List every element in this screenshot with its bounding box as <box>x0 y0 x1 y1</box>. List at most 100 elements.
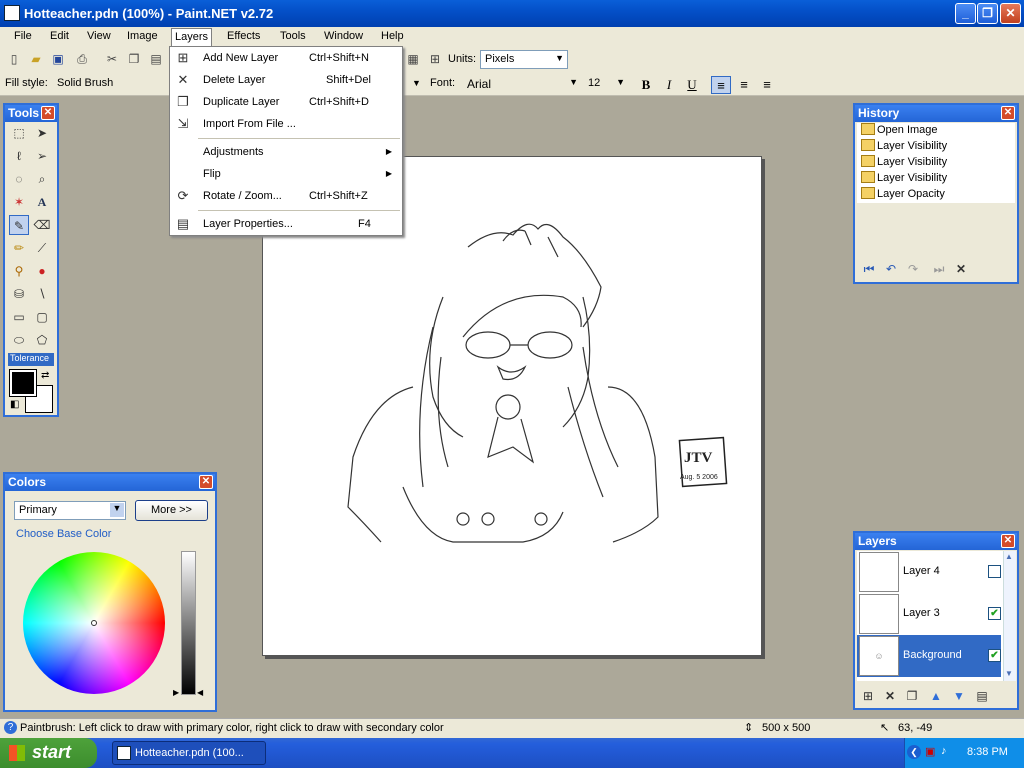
paintbrush-icon[interactable]: ✎ <box>9 215 29 235</box>
start-button[interactable]: start <box>0 738 97 768</box>
menu-effects[interactable]: Effects <box>227 30 260 42</box>
menu-duplicate-layer[interactable]: ❐ Duplicate Layer Ctrl+Shift+D <box>170 91 402 113</box>
clone-stamp-icon[interactable]: ⚲ <box>9 261 29 281</box>
menu-rotate-zoom[interactable]: ⟳ Rotate / Zoom... Ctrl+Shift+Z <box>170 185 402 207</box>
magic-wand-icon[interactable]: ✶ <box>9 192 29 212</box>
scroll-down-icon[interactable]: ▼ <box>1005 669 1013 678</box>
swap-colors-icon[interactable]: ⇄ <box>41 370 49 381</box>
menu-layers[interactable]: Layers <box>171 28 213 47</box>
eraser-icon[interactable]: ⌫ <box>32 215 52 235</box>
menu-edit[interactable]: Edit <box>50 30 69 42</box>
menu-tools[interactable]: Tools <box>280 30 306 42</box>
maximize-button[interactable]: ❐ <box>977 3 998 24</box>
layer-row[interactable]: Layer 3 ✔ <box>857 593 1001 635</box>
recolor-icon[interactable]: ● <box>32 261 52 281</box>
menu-file[interactable]: File <box>14 30 32 42</box>
close-icon[interactable]: ✕ <box>41 106 55 120</box>
font-select[interactable]: Arial ▼ <box>462 74 582 93</box>
zoom-icon[interactable]: ⌕ <box>32 169 52 189</box>
redo-icon[interactable]: ↷ <box>903 259 923 279</box>
reset-colors-icon[interactable]: ◧ <box>10 399 19 410</box>
history-item[interactable]: Layer Opacity <box>861 187 945 203</box>
history-item[interactable]: Layer Visibility <box>861 139 947 155</box>
save-icon[interactable]: ▣ <box>50 51 66 67</box>
move-selection-icon[interactable]: ➤ <box>32 123 52 143</box>
close-icon[interactable]: ✕ <box>199 475 213 489</box>
freeform-shape-icon[interactable]: ⬠ <box>32 330 52 350</box>
italic-button[interactable]: I <box>659 76 679 94</box>
rectangle-select-icon[interactable]: ⬚ <box>9 123 29 143</box>
rectangle-icon[interactable]: ▭ <box>9 307 29 327</box>
grid-icon[interactable]: ▦ <box>405 51 421 67</box>
minimize-button[interactable]: _ <box>955 3 976 24</box>
choose-base-color-link[interactable]: Choose Base Color <box>16 528 111 540</box>
menu-view[interactable]: View <box>87 30 111 42</box>
layer-properties-icon[interactable]: ▤ <box>972 686 992 706</box>
bold-button[interactable]: B <box>636 76 656 94</box>
close-button[interactable]: ✕ <box>1000 3 1021 24</box>
scroll-up-icon[interactable]: ▲ <box>1005 552 1013 561</box>
close-icon[interactable]: ✕ <box>1001 106 1015 120</box>
paste-icon[interactable]: ▤ <box>148 51 164 67</box>
layer-row-selected[interactable]: ☺ Background ✔ <box>857 635 1001 677</box>
history-item[interactable]: Layer Visibility <box>861 171 947 187</box>
layer-visibility-checkbox[interactable] <box>988 565 1001 578</box>
slider-handle-right-icon[interactable]: ◀ <box>197 688 203 697</box>
primary-color-swatch[interactable] <box>9 369 37 397</box>
lasso-icon[interactable]: ℓ <box>9 146 29 166</box>
fill-style-select[interactable]: Solid Brush <box>52 74 172 93</box>
copy-icon[interactable]: ❐ <box>126 51 142 67</box>
network-icon[interactable]: ▣ <box>925 745 935 758</box>
first-step-icon[interactable]: ⏮ <box>859 259 879 279</box>
pencil-icon[interactable]: ✏ <box>9 238 29 258</box>
move-layer-up-icon[interactable]: ▲ <box>926 686 946 706</box>
print-icon[interactable]: ⎙ <box>74 51 90 67</box>
menu-window[interactable]: Window <box>324 30 363 42</box>
menu-add-new-layer[interactable]: ⊞ Add New Layer Ctrl+Shift+N <box>170 47 402 69</box>
text-tool-icon[interactable]: A <box>32 192 52 212</box>
taskbar-item[interactable]: Hotteacher.pdn (100... <box>112 741 266 765</box>
cut-icon[interactable]: ✂ <box>104 51 120 67</box>
move-layer-down-icon[interactable]: ▼ <box>949 686 969 706</box>
align-right-icon[interactable]: ≡ <box>757 76 777 94</box>
layer-visibility-checkbox[interactable]: ✔ <box>988 649 1001 662</box>
align-center-icon[interactable]: ≡ <box>734 76 754 94</box>
align-left-icon[interactable]: ≡ <box>711 76 731 94</box>
brightness-slider[interactable] <box>181 551 196 695</box>
menu-help[interactable]: Help <box>381 30 404 42</box>
layers-scrollbar[interactable]: ▲ ▼ <box>1003 551 1016 681</box>
new-icon[interactable]: ▯ <box>6 51 22 67</box>
menu-image[interactable]: Image <box>127 30 158 42</box>
layer-visibility-checkbox[interactable]: ✔ <box>988 607 1001 620</box>
close-icon[interactable]: ✕ <box>1001 534 1015 548</box>
menu-delete-layer[interactable]: ✕ Delete Layer Shift+Del <box>170 69 402 91</box>
open-icon[interactable]: ▰ <box>28 51 44 67</box>
layer-row[interactable]: Layer 4 <box>857 551 1001 593</box>
ellipse-icon[interactable]: ⬭ <box>9 330 29 350</box>
menu-import-from-file[interactable]: ⇲ Import From File ... <box>170 113 402 135</box>
font-size-select[interactable]: 12 ▼ <box>583 74 629 93</box>
paint-bucket-icon[interactable]: ⛁ <box>9 284 29 304</box>
move-icon[interactable]: ➢ <box>32 146 52 166</box>
delete-layer-icon[interactable]: ✕ <box>880 686 900 706</box>
rounded-rectangle-icon[interactable]: ▢ <box>32 307 52 327</box>
color-picker-icon[interactable]: ⟋ <box>32 238 52 258</box>
line-icon[interactable]: ∖ <box>32 284 52 304</box>
last-step-icon[interactable]: ⏭ <box>929 259 949 279</box>
chevron-left-icon[interactable]: ❮ <box>907 745 921 759</box>
history-item[interactable]: Open Image <box>861 123 938 139</box>
color-mode-select[interactable]: Primary ▼ <box>14 501 126 520</box>
more-colors-button[interactable]: More >> <box>135 500 208 521</box>
duplicate-layer-icon[interactable]: ❐ <box>902 686 922 706</box>
units-select[interactable]: Pixels ▼ <box>480 50 568 69</box>
ruler-icon[interactable]: ⊞ <box>427 51 443 67</box>
add-layer-icon[interactable]: ⊞ <box>858 686 878 706</box>
clear-history-icon[interactable]: ✕ <box>951 259 971 279</box>
menu-flip[interactable]: Flip ▶ <box>170 163 402 185</box>
undo-icon[interactable]: ↶ <box>881 259 901 279</box>
color-wheel-cursor[interactable] <box>91 620 97 626</box>
speaker-icon[interactable]: ♪ <box>941 745 947 757</box>
ellipse-select-icon[interactable]: ◌ <box>9 169 29 189</box>
menu-adjustments[interactable]: Adjustments ▶ <box>170 141 402 163</box>
underline-button[interactable]: U <box>682 76 702 94</box>
